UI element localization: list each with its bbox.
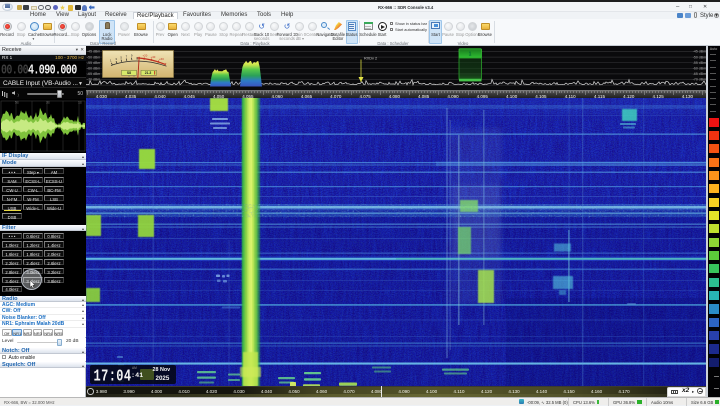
svg-text:-60 dBm: -60 dBm <box>87 67 100 71</box>
svg-text:-45 dBm: -45 dBm <box>87 50 100 54</box>
svg-text:-45 dBm: -45 dBm <box>693 50 706 54</box>
svg-text:9: 9 <box>131 53 133 57</box>
svg-text:3: 3 <box>115 57 117 61</box>
svg-text:RXDv 2: RXDv 2 <box>364 57 377 61</box>
svg-text:-50 dBm: -50 dBm <box>693 55 706 59</box>
svg-text:3s: 3s <box>46 101 50 105</box>
svg-text:7: 7 <box>126 54 128 58</box>
svg-text:-70 dBm: -70 dBm <box>87 78 100 82</box>
svg-text:-55 dBm: -55 dBm <box>87 61 100 65</box>
svg-text:5s: 5s <box>15 101 19 105</box>
svg-text:-65 dBm: -65 dBm <box>87 72 100 76</box>
svg-text:+20: +20 <box>143 53 148 57</box>
svg-text:-65 dBm: -65 dBm <box>693 72 706 76</box>
svg-text:+60: +60 <box>159 57 164 61</box>
svg-text:1: 1 <box>110 58 112 62</box>
svg-text:21.3: 21.3 <box>145 71 152 75</box>
svg-text:-60 dBm: -60 dBm <box>693 67 706 71</box>
svg-text:5: 5 <box>120 55 122 59</box>
svg-text:-55 dBm: -55 dBm <box>693 61 706 65</box>
svg-text:1s: 1s <box>78 101 82 105</box>
svg-text:1: 1 <box>469 52 472 58</box>
svg-text:S8: S8 <box>127 71 131 75</box>
svg-text:+40: +40 <box>151 55 156 59</box>
svg-text:-50 dBm: -50 dBm <box>87 55 100 59</box>
